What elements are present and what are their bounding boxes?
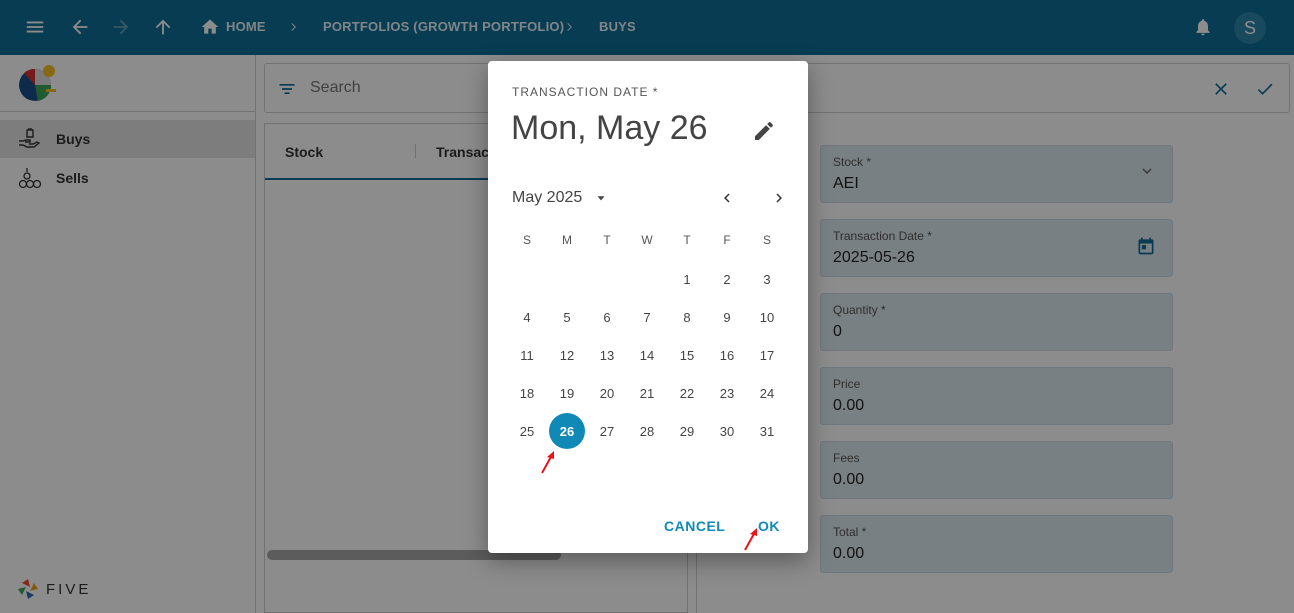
calendar-day[interactable]: 11 (509, 337, 545, 373)
calendar-day[interactable]: 29 (669, 413, 705, 449)
calendar-day[interactable]: 15 (669, 337, 705, 373)
weekday-label: T (683, 233, 691, 247)
pencil-icon[interactable] (752, 119, 776, 143)
calendar-day[interactable]: 31 (749, 413, 785, 449)
calendar-day[interactable]: 12 (549, 337, 585, 373)
calendar-day[interactable]: 3 (749, 261, 785, 297)
chevron-left-icon (724, 193, 730, 203)
calendar-day[interactable]: 28 (629, 413, 665, 449)
weekday-label: S (522, 233, 531, 247)
cancel-button[interactable]: CANCEL (664, 518, 725, 534)
calendar-day[interactable]: 23 (709, 375, 745, 411)
pointer-arrow-icon (541, 451, 554, 474)
calendar-day[interactable]: 20 (589, 375, 625, 411)
weekday-label: T (603, 233, 611, 247)
calendar-day[interactable]: 10 (749, 299, 785, 335)
date-picker-dialog: TRANSACTION DATE * Mon, May 26 May 2025 … (488, 61, 808, 553)
weekday-label: S (762, 233, 771, 247)
weekday-label: M (562, 233, 572, 247)
calendar-day[interactable]: 18 (509, 375, 545, 411)
ok-button[interactable]: OK (758, 518, 780, 534)
month-year-label: May 2025 (512, 189, 583, 206)
calendar-day[interactable]: 2 (709, 261, 745, 297)
caret-down-icon (597, 196, 605, 201)
calendar-day[interactable]: 21 (629, 375, 665, 411)
previous-month-button[interactable] (714, 185, 740, 211)
calendar-day[interactable]: 14 (629, 337, 665, 373)
calendar-day-selected[interactable]: 26 (549, 413, 585, 449)
chevron-right-icon (776, 193, 782, 203)
calendar-day[interactable]: 25 (509, 413, 545, 449)
calendar-day[interactable]: 30 (709, 413, 745, 449)
calendar-day[interactable]: 5 (549, 299, 585, 335)
calendar-day[interactable]: 6 (589, 299, 625, 335)
weekday-label: W (641, 233, 653, 247)
calendar-day[interactable]: 8 (669, 299, 705, 335)
dialog-label: TRANSACTION DATE * (512, 85, 659, 99)
calendar-day[interactable]: 9 (709, 299, 745, 335)
calendar-day[interactable]: 24 (749, 375, 785, 411)
calendar-day[interactable]: 7 (629, 299, 665, 335)
selected-date-display: Mon, May 26 (511, 109, 708, 147)
calendar-day[interactable]: 16 (709, 337, 745, 373)
weekday-label: F (723, 233, 731, 247)
calendar-day[interactable]: 19 (549, 375, 585, 411)
calendar-day[interactable]: 22 (669, 375, 705, 411)
calendar-day[interactable]: 27 (589, 413, 625, 449)
month-year-selector[interactable]: May 2025 (512, 189, 608, 207)
calendar-day[interactable]: 13 (589, 337, 625, 373)
calendar-day[interactable]: 4 (509, 299, 545, 335)
next-month-button[interactable] (766, 185, 792, 211)
calendar-day[interactable]: 17 (749, 337, 785, 373)
calendar-day[interactable]: 1 (669, 261, 705, 297)
